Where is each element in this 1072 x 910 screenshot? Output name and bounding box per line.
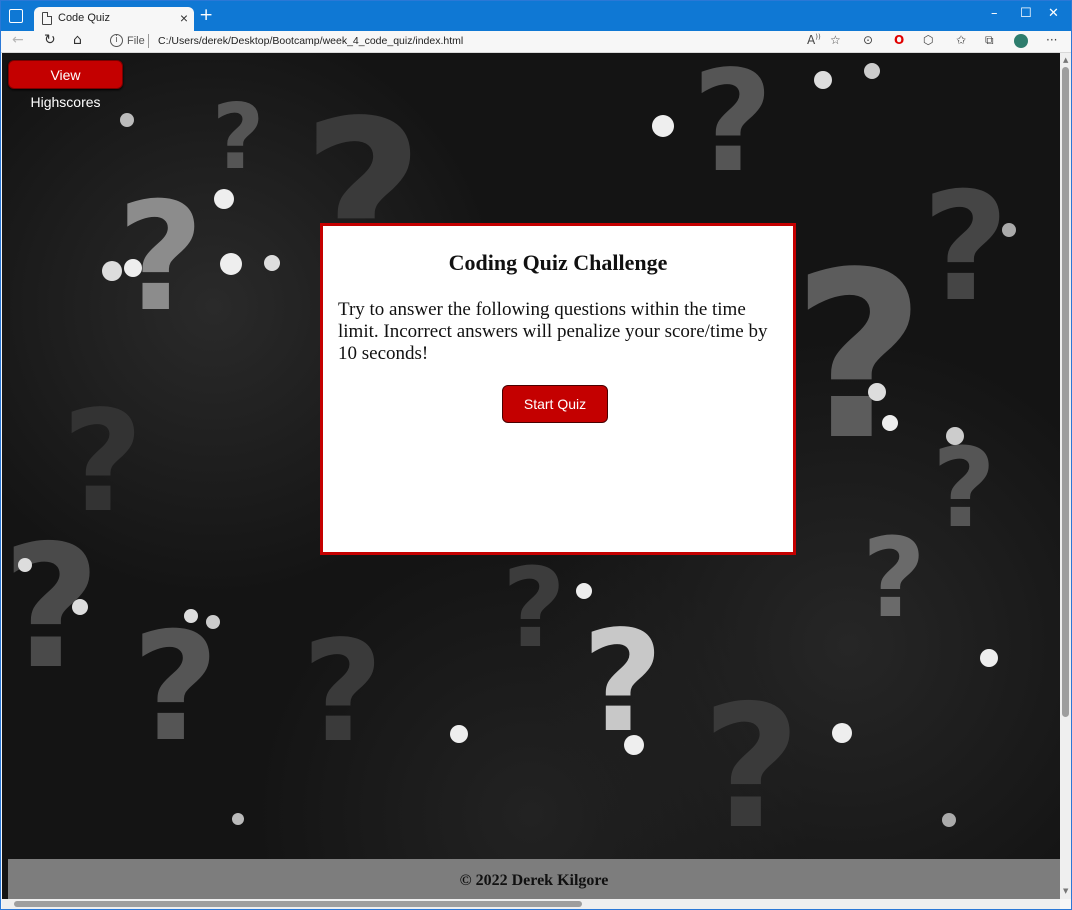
collections-icon[interactable]: ⧉ — [985, 33, 994, 48]
back-button[interactable]: ← — [12, 32, 24, 48]
page-viewport: ? ? ? ? ? ? ? ? ? ? ? ? ? ? ? View Highs… — [2, 53, 1060, 899]
horizontal-scrollbar[interactable] — [2, 899, 1060, 909]
background-question-mark: ? — [922, 161, 1010, 335]
background-question-mark: ? — [502, 544, 566, 672]
vertical-scrollbar[interactable]: ▲ ▼ — [1060, 53, 1071, 899]
background-question-mark: ? — [692, 53, 774, 204]
bokeh-dot — [120, 113, 134, 127]
bokeh-dot — [124, 259, 142, 277]
extensions-icon[interactable]: ⬡ — [923, 33, 933, 47]
maximize-button[interactable]: ☐ — [1020, 6, 1032, 21]
horizontal-scroll-thumb[interactable] — [14, 901, 582, 907]
background-question-mark: ? — [862, 514, 926, 642]
favorites-icon[interactable]: ✩ — [956, 33, 966, 47]
bokeh-dot — [184, 609, 198, 623]
background-question-mark: ? — [132, 601, 220, 775]
background-question-mark: ? — [212, 85, 265, 190]
refresh-button[interactable]: ↻ — [44, 32, 56, 48]
minimize-button[interactable]: – — [991, 6, 998, 21]
bokeh-dot — [214, 189, 234, 209]
vertical-scroll-thumb[interactable] — [1062, 67, 1069, 717]
background-question-mark: ? — [932, 424, 996, 552]
bokeh-dot — [1002, 223, 1016, 237]
scroll-down-icon[interactable]: ▼ — [1063, 887, 1068, 895]
close-window-button[interactable]: ✕ — [1048, 6, 1059, 21]
bokeh-dot — [220, 253, 242, 275]
bokeh-dot — [18, 558, 32, 572]
quiz-description: Try to answer the following questions wi… — [338, 299, 768, 364]
quiz-intro-card: Coding Quiz Challenge Try to answer the … — [320, 223, 796, 555]
tab-actions-icon[interactable] — [9, 9, 23, 23]
background-question-mark: ? — [302, 611, 384, 774]
bokeh-dot — [868, 383, 886, 401]
profile-icon[interactable] — [1014, 34, 1028, 48]
address-separator — [148, 34, 149, 48]
bokeh-dot — [864, 63, 880, 79]
bokeh-dot — [576, 583, 592, 599]
bokeh-dot — [946, 427, 964, 445]
bokeh-dot — [814, 71, 832, 89]
site-info-icon[interactable]: i — [110, 34, 123, 47]
tab-code-quiz[interactable]: Code Quiz × — [34, 7, 194, 31]
new-tab-button[interactable]: + — [199, 5, 213, 25]
search-icon[interactable]: ⊙ — [863, 33, 873, 47]
opera-icon[interactable]: O — [894, 33, 904, 47]
more-icon[interactable]: ··· — [1046, 33, 1057, 47]
start-quiz-button[interactable]: Start Quiz — [502, 385, 608, 423]
address-bar[interactable]: C:/Users/derek/Desktop/Bootcamp/week_4_c… — [158, 35, 463, 47]
bokeh-dot — [264, 255, 280, 271]
background-question-mark: ? — [117, 171, 205, 345]
bokeh-dot — [652, 115, 674, 137]
page-icon — [42, 12, 52, 25]
bokeh-dot — [72, 599, 88, 615]
bokeh-dot — [942, 813, 956, 827]
background-question-mark: ? — [62, 381, 144, 544]
tab-title: Code Quiz — [58, 12, 110, 24]
bokeh-dot — [102, 261, 122, 281]
home-button[interactable]: ⌂ — [73, 32, 82, 48]
read-aloud-icon[interactable]: A)) — [807, 33, 821, 47]
quiz-title: Coding Quiz Challenge — [448, 250, 668, 275]
background-question-mark: ? — [582, 601, 664, 764]
favorite-add-icon[interactable]: ☆ — [830, 33, 841, 47]
bokeh-dot — [232, 813, 244, 825]
browser-window: Code Quiz × + – ☐ ✕ ← ↻ ⌂ i File C:/User… — [0, 0, 1072, 910]
tab-close-icon[interactable]: × — [180, 10, 188, 26]
file-label: File — [127, 35, 145, 47]
scroll-up-icon[interactable]: ▲ — [1063, 56, 1068, 64]
footer: © 2022 Derek Kilgore — [8, 859, 1060, 899]
view-highscores-button[interactable]: View Highscores — [8, 60, 123, 110]
bokeh-dot — [450, 725, 468, 743]
bokeh-dot — [832, 723, 852, 743]
background-question-mark: ? — [792, 224, 926, 491]
address-toolbar: ← ↻ ⌂ i File C:/Users/derek/Desktop/Boot… — [1, 31, 1071, 53]
bokeh-dot — [980, 649, 998, 667]
bokeh-dot — [624, 735, 644, 755]
background-question-mark: ? — [702, 669, 801, 867]
bokeh-dot — [882, 415, 898, 431]
tab-bar: Code Quiz × + – ☐ ✕ — [1, 1, 1071, 31]
bokeh-dot — [206, 615, 220, 629]
